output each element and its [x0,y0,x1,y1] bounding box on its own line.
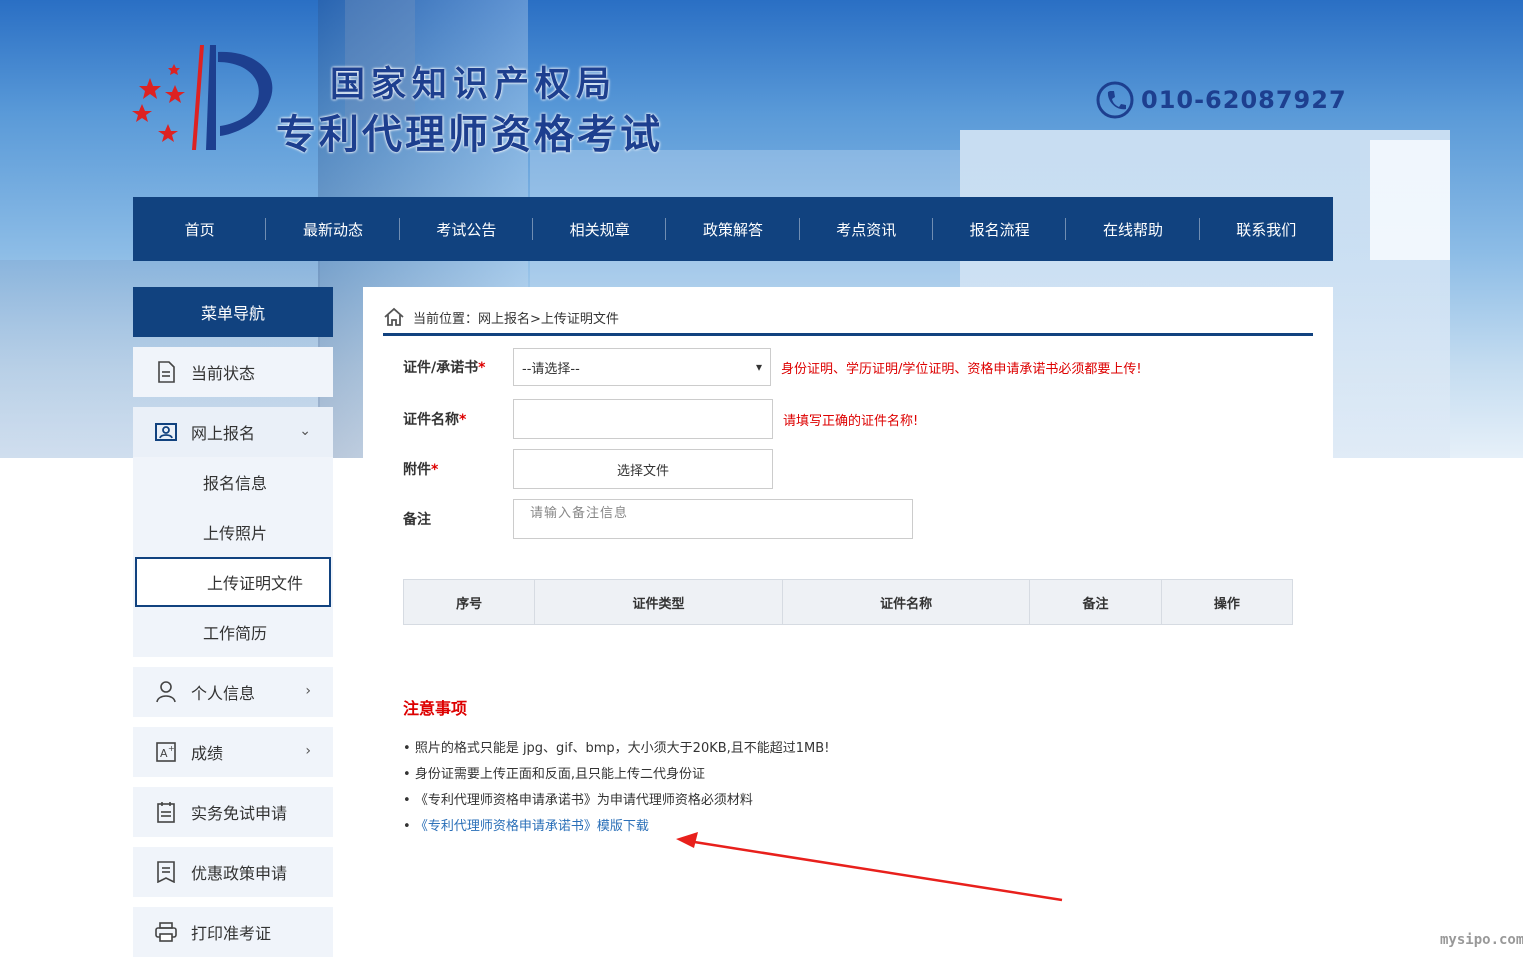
form-icon [155,861,177,883]
nav-item-policy-faq[interactable]: 政策解答 [666,197,800,261]
signup-submenu: 报名信息 上传照片 上传证明文件 工作简历 [133,457,333,657]
col-doc-type: 证件类型 [534,579,783,625]
calendar-icon [155,801,177,823]
remark-row: 备注 请输入备注信息 [403,499,913,539]
sidebar-title: 菜单导航 [133,287,333,337]
nav-item-contact[interactable]: 联系我们 [1200,197,1333,261]
submenu-upload-documents[interactable]: 上传证明文件 [135,557,331,607]
sidebar-item-label: 成绩 [191,744,224,763]
attachment-label: 附件* [403,462,439,478]
user-icon [155,681,177,703]
hotline: 010-62087927 [1095,80,1347,120]
phone-number: 010-62087927 [1141,86,1347,114]
sidebar-item-exemption[interactable]: 实务免试申请 [133,787,333,837]
sidebar-item-personal[interactable]: 个人信息 › [133,667,333,717]
col-action: 操作 [1160,579,1294,625]
nav-item-venue-info[interactable]: 考点资讯 [800,197,934,261]
attachment-row: 附件* 选择文件 [403,449,773,489]
sidebar-item-label: 网上报名 [191,424,256,443]
doc-name-row: 证件名称* 请填写正确的证件名称! [403,399,918,439]
phone-icon [1096,81,1134,119]
doc-name-input[interactable] [513,399,773,439]
svg-text:A: A [160,747,168,760]
sidebar: 菜单导航 当前状态 网上报名 ⌄ 报名信息 上传照片 上传证明文件 工作简历 个… [133,287,333,957]
main-nav: 首页 最新动态 考试公告 相关规章 政策解答 考点资讯 报名流程 在线帮助 联系… [133,197,1333,261]
table-header-row: 序号 证件类型 证件名称 备注 操作 [402,579,1294,625]
chevron-right-icon: › [305,683,311,699]
breadcrumb: 当前位置：网上报名>上传证明文件 [383,301,1313,336]
col-remark: 备注 [1029,579,1162,625]
home-icon[interactable] [383,307,405,327]
chevron-down-icon: ⌄ [299,423,311,439]
submenu-work-resume[interactable]: 工作简历 [133,607,333,657]
red-arrow-annotation [676,832,1063,902]
nav-item-news[interactable]: 最新动态 [266,197,400,261]
sidebar-item-score[interactable]: A + 成绩 › [133,727,333,777]
banner-building [1370,140,1450,260]
site-title-line2: 专利代理师资格考试 [276,112,663,158]
choose-file-button[interactable]: 选择文件 [513,449,773,489]
sidebar-item-label: 当前状态 [191,364,256,383]
id-card-icon [155,421,177,443]
cnipa-logo [132,45,273,150]
breadcrumb-text: 当前位置：网上报名>上传证明文件 [413,311,619,327]
doc-type-hint: 身份证明、学历证明/学位证明、资格申请承诺书必须都要上传! [781,361,1142,377]
printer-icon [155,921,177,943]
doc-name-hint: 请填写正确的证件名称! [783,413,919,429]
watermark: mysipo.com [1440,932,1523,948]
doc-type-select[interactable]: --请选择-- ▾ [513,348,771,386]
doc-name-label: 证件名称* [403,412,467,428]
notice-item: 照片的格式只能是 jpg、gif、bmp，大小须大于20KB,且不能超过1MB! [403,739,830,765]
nav-item-announcements[interactable]: 考试公告 [400,197,534,261]
nav-item-process[interactable]: 报名流程 [933,197,1067,261]
submenu-signup-info[interactable]: 报名信息 [133,457,333,507]
col-doc-name: 证件名称 [781,579,1031,625]
svg-text:+: + [168,744,175,753]
sidebar-item-label: 个人信息 [191,684,256,703]
sidebar-item-signup[interactable]: 网上报名 ⌄ [133,407,333,457]
notice-item: 《专利代理师资格申请承诺书》为申请代理师资格必须材料 [403,791,829,817]
chevron-down-icon: ▾ [755,360,762,374]
site-title-line1: 国家知识产权局 [330,65,618,105]
nav-item-regulations[interactable]: 相关规章 [533,197,667,261]
submenu-upload-photo[interactable]: 上传照片 [133,507,333,557]
sidebar-item-label: 打印准考证 [191,924,272,943]
sidebar-item-label: 实务免试申请 [191,804,288,823]
sidebar-item-status[interactable]: 当前状态 [133,347,333,397]
sidebar-item-label: 优惠政策申请 [191,864,288,883]
sidebar-item-print-admission[interactable]: 打印准考证 [133,907,333,957]
notice-title: 注意事项 [403,699,468,718]
remark-textarea[interactable]: 请输入备注信息 [513,499,913,539]
nav-item-help[interactable]: 在线帮助 [1066,197,1200,261]
grade-icon: A + [155,741,177,763]
notice-item: 身份证需要上传正面和反面,且只能上传二代身份证 [403,765,829,791]
chevron-right-icon: › [305,743,311,759]
nav-item-home[interactable]: 首页 [133,197,267,261]
remark-label: 备注 [403,512,431,528]
documents-table: 序号 证件类型 证件名称 备注 操作 [402,579,1294,625]
sidebar-item-preferential-policy[interactable]: 优惠政策申请 [133,847,333,897]
doc-type-row: 证件/承诺书* --请选择-- ▾ 身份证明、学历证明/学位证明、资格申请承诺书… [403,348,1142,386]
doc-type-label: 证件/承诺书* [403,360,486,376]
document-icon [155,361,177,383]
col-index: 序号 [402,579,536,625]
